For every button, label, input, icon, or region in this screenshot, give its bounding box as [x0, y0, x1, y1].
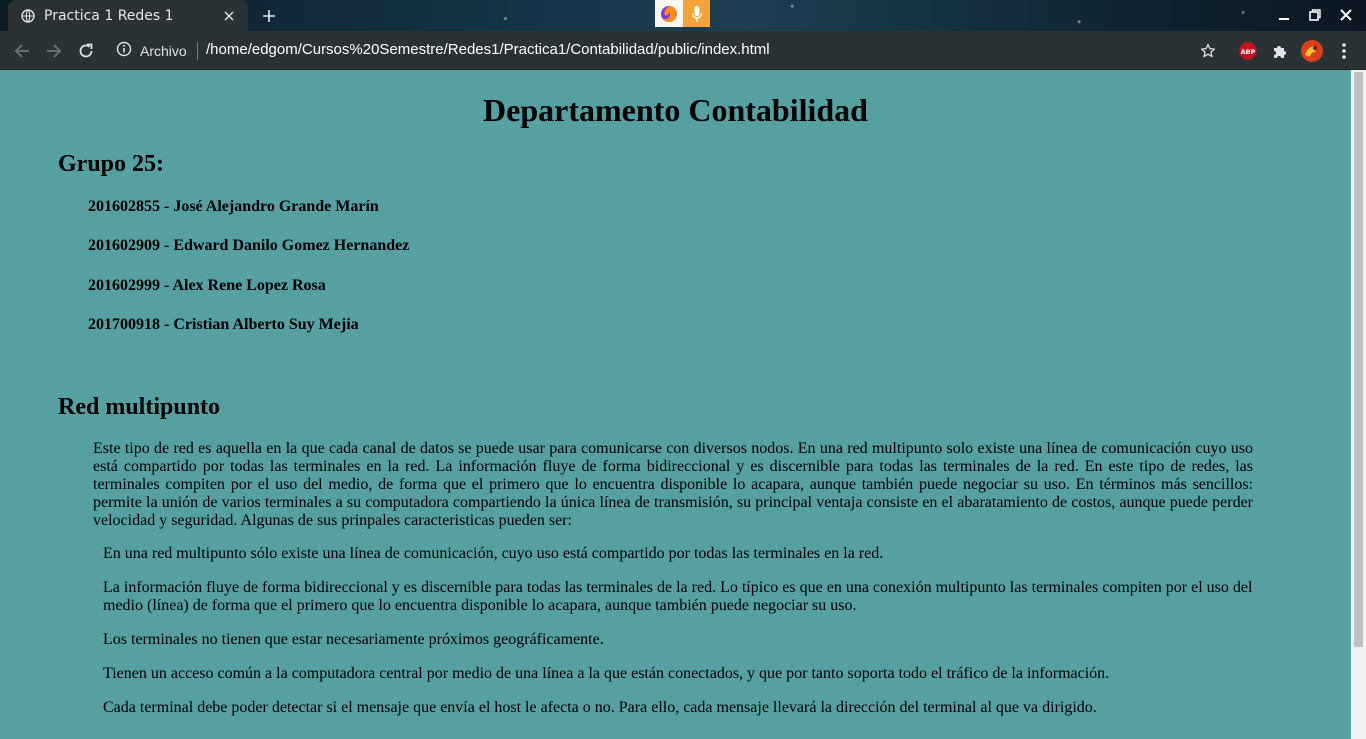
- member-item: 201602909 - Edward Danilo Gomez Hernande…: [88, 237, 410, 255]
- reload-icon[interactable]: [74, 39, 98, 63]
- tab-title: Practica 1 Redes 1: [44, 7, 174, 24]
- group-heading: Grupo 25:: [58, 151, 165, 177]
- characteristic-item: La información fluye de forma bidireccio…: [103, 579, 1253, 614]
- back-icon[interactable]: [10, 39, 34, 63]
- member-item: 201602999 - Alex Rene Lopez Rosa: [88, 276, 326, 294]
- menu-icon[interactable]: [1332, 39, 1356, 63]
- characteristic-item: Tienen un acceso común a la computadora …: [103, 665, 1110, 682]
- adblock-icon[interactable]: ABP: [1236, 39, 1260, 63]
- characteristic-item: En una red multipunto sólo existe una lí…: [103, 545, 884, 562]
- address-bar[interactable]: /home/edgom/Cursos%20Semestre/Redes1/Pra…: [206, 41, 770, 58]
- site-info-button[interactable]: Archivo: [116, 39, 187, 63]
- page-viewport: Departamento Contabilidad Grupo 25: 2016…: [0, 70, 1351, 739]
- member-item: 201602855 - José Alejandro Grande Marín: [88, 198, 379, 215]
- browser-toolbar: Archivo /home/edgom/Cursos%20Semestre/Re…: [0, 31, 1366, 70]
- plus-icon[interactable]: [259, 6, 279, 26]
- title-bar: Practica 1 Redes 1: [0, 0, 1366, 31]
- window-close-icon[interactable]: [1337, 6, 1355, 24]
- intro-paragraph: Este tipo de red es aquella en la que ca…: [93, 440, 1253, 529]
- page-title: Departamento Contabilidad: [483, 92, 868, 128]
- globe-icon: [20, 8, 36, 24]
- member-list: 201602855 - José Alejandro Grande Marín …: [88, 197, 409, 354]
- page-scrollbar[interactable]: [1351, 70, 1366, 739]
- browser-tab[interactable]: Practica 1 Redes 1: [8, 0, 248, 31]
- puzzle-icon[interactable]: [1268, 39, 1292, 63]
- section-heading: Red multipunto: [58, 394, 221, 420]
- avatar-icon[interactable]: [1300, 39, 1324, 63]
- forward-icon[interactable]: [42, 39, 66, 63]
- info-icon: [116, 41, 132, 61]
- characteristic-item: Los terminales no tienen que estar neces…: [103, 631, 604, 648]
- adblock-label: ABP: [1241, 48, 1256, 56]
- security-label: Archivo: [140, 43, 187, 59]
- firefox-icon[interactable]: [655, 0, 683, 27]
- star-icon[interactable]: [1196, 39, 1220, 63]
- characteristic-item: Cada terminal debe poder detectar si el …: [103, 699, 1097, 716]
- restore-icon[interactable]: [1306, 6, 1324, 24]
- close-icon[interactable]: [220, 7, 238, 25]
- minimize-icon[interactable]: [1275, 6, 1293, 24]
- omnibox-divider: [197, 42, 198, 60]
- member-item: 201700918 - Cristian Alberto Suy Mejia: [88, 315, 359, 333]
- scrollbar-thumb[interactable]: [1354, 72, 1363, 647]
- microphone-icon[interactable]: [683, 0, 710, 27]
- characteristics-list: En una red multipunto sólo existe una lí…: [103, 545, 1253, 733]
